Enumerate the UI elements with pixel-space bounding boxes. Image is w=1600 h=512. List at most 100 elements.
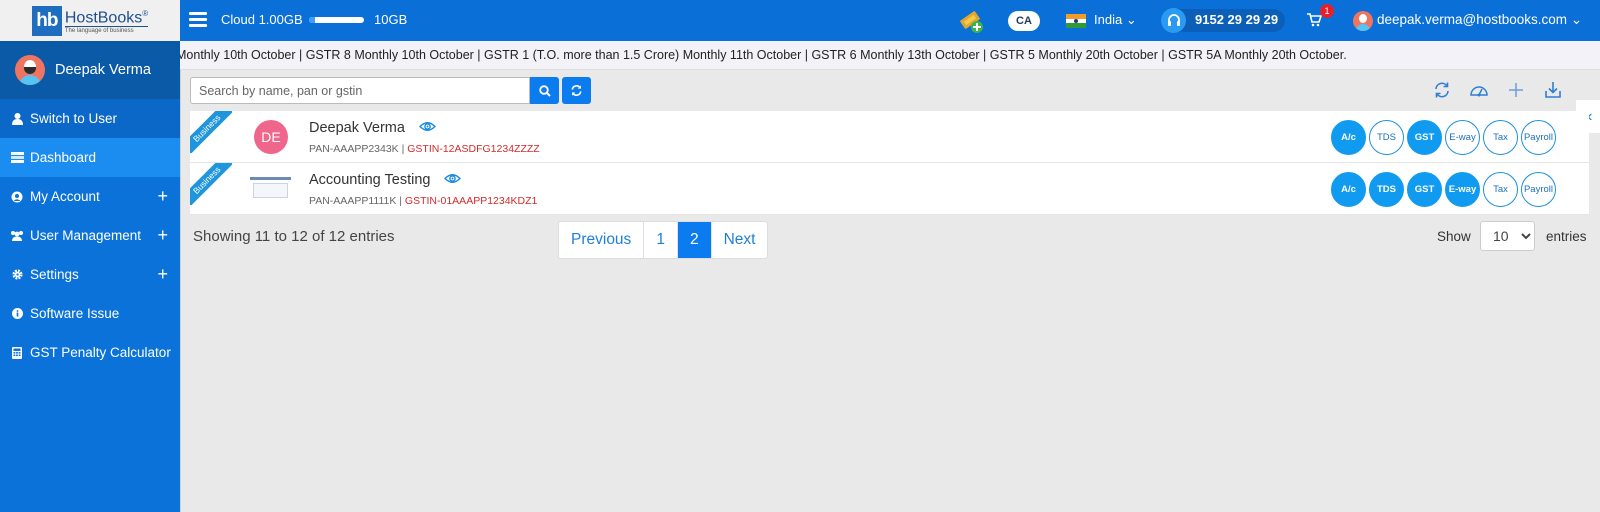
module-gst-button[interactable]: GST	[1407, 120, 1442, 155]
module-ac-button[interactable]: A/c	[1331, 172, 1366, 207]
refresh-icon	[1435, 82, 1449, 98]
business-ids: PAN-AAAPP2343K | GSTIN-12ASDFG1234ZZZZ	[309, 143, 540, 155]
dashboard-gauge-button[interactable]	[1469, 80, 1489, 100]
gear-icon	[10, 269, 24, 281]
download-button[interactable]	[1543, 80, 1563, 100]
pagination: Previous 1 2 Next	[558, 221, 769, 259]
expand-icon[interactable]: +	[157, 225, 168, 246]
cloud-usage-label: Cloud 1.00GB	[221, 12, 303, 27]
business-ribbon: Business	[190, 163, 232, 205]
gstin-number: GSTIN-12ASDFG1234ZZZZ	[407, 143, 540, 155]
brand-name: HostBooks	[64, 9, 143, 27]
list-item[interactable]: Business DE Deepak Verma PAN-AAAPP2343K …	[190, 111, 1589, 163]
cloud-usage-bar	[309, 17, 364, 23]
sidebar-item-label: User Management	[30, 228, 142, 243]
sidebar-item-my-account[interactable]: My Account +	[0, 177, 180, 216]
sidebar-item-label: GST Penalty Calculator	[30, 345, 171, 360]
page-2-button[interactable]: 2	[677, 222, 712, 258]
sidebar-item-switch-to-user[interactable]: Switch to User	[0, 99, 180, 138]
sidebar-profile[interactable]: Deepak Verma	[0, 41, 180, 99]
hamburger-icon	[189, 12, 207, 15]
module-buttons: A/c TDS GST E-way Tax Payroll	[1328, 172, 1556, 207]
headset-icon	[1161, 8, 1186, 33]
page-size-select[interactable]: 10	[1480, 221, 1535, 251]
business-name: Accounting Testing	[309, 172, 431, 188]
user-avatar[interactable]	[1353, 11, 1373, 31]
entries-label: entries	[1546, 229, 1587, 244]
cart-icon[interactable]	[1306, 13, 1323, 27]
expand-icon[interactable]: +	[157, 264, 168, 285]
brand-logo[interactable]: hb HostBooks® The language of business	[0, 0, 180, 41]
account-circle-icon	[10, 191, 24, 203]
eye-icon[interactable]	[418, 120, 436, 136]
sidebar-item-settings[interactable]: Settings +	[0, 255, 180, 294]
cloud-max-label: 10GB	[374, 12, 408, 27]
sidebar-item-dashboard[interactable]: Dashboard	[0, 138, 180, 177]
reset-search-button[interactable]	[562, 77, 591, 104]
sidebar-item-gst-penalty-calculator[interactable]: GST Penalty Calculator	[0, 333, 180, 372]
business-logo-thumbnail	[250, 177, 291, 202]
search-bar	[190, 77, 591, 104]
sidebar-item-label: Settings	[30, 267, 79, 282]
divider	[180, 70, 181, 512]
search-button[interactable]	[530, 77, 559, 104]
module-buttons: A/c TDS GST E-way Tax Payroll	[1328, 120, 1556, 155]
previous-page-button[interactable]: Previous	[559, 222, 645, 258]
sidebar-item-label: Software Issue	[30, 306, 120, 321]
country-label: India	[1094, 12, 1123, 27]
dashboard-icon	[10, 152, 24, 164]
show-label: Show	[1437, 229, 1471, 244]
refresh-icon	[571, 85, 582, 96]
registered-mark: ®	[142, 8, 149, 18]
country-dropdown[interactable]: India ⌄	[1094, 12, 1137, 28]
module-eway-button[interactable]: E-way	[1445, 120, 1480, 155]
module-payroll-button[interactable]: Payroll	[1521, 120, 1556, 155]
module-gst-button[interactable]: GST	[1407, 172, 1442, 207]
download-icon	[1545, 82, 1561, 98]
ticket-add-icon[interactable]	[958, 8, 984, 34]
add-icon	[1509, 83, 1523, 97]
search-icon	[538, 84, 551, 97]
user-menu-dropdown[interactable]: deepak.verma@hostbooks.com ⌄	[1377, 12, 1582, 28]
add-button[interactable]	[1506, 80, 1526, 100]
ticker-text: Monthly 10th October | GSTR 8 Monthly 10…	[180, 48, 1347, 62]
hamburger-menu-button[interactable]	[189, 12, 207, 27]
support-phone[interactable]: 9152 29 29 29	[1195, 12, 1278, 27]
chevron-down-icon: ⌄	[1570, 12, 1583, 27]
module-tds-button[interactable]: TDS	[1369, 172, 1404, 207]
module-eway-button[interactable]: E-way	[1445, 172, 1480, 207]
sidebar-item-user-management[interactable]: User Management +	[0, 216, 180, 255]
chevron-down-icon: ⌄	[1125, 12, 1137, 27]
search-input[interactable]	[190, 77, 530, 104]
module-tax-button[interactable]: Tax	[1483, 120, 1518, 155]
ca-label: CA	[1016, 15, 1032, 27]
user-icon	[10, 112, 24, 125]
profile-avatar	[15, 55, 45, 85]
module-payroll-button[interactable]: Payroll	[1521, 172, 1556, 207]
module-tax-button[interactable]: Tax	[1483, 172, 1518, 207]
sidebar: Deepak Verma Switch to User Dashboard My…	[0, 41, 180, 512]
expand-icon[interactable]: +	[157, 186, 168, 207]
business-name-link[interactable]: Deepak Verma	[309, 120, 436, 136]
business-name-link[interactable]: Accounting Testing	[309, 172, 462, 188]
pan-number: PAN-AAAPP1111K	[309, 195, 397, 207]
module-tds-button[interactable]: TDS	[1369, 120, 1404, 155]
calculator-icon	[10, 346, 24, 359]
next-page-button[interactable]: Next	[712, 222, 768, 258]
gstin-number: GSTIN-01AAAPP1234KDZ1	[404, 195, 538, 207]
due-dates-ticker: Monthly 10th October | GSTR 8 Monthly 10…	[180, 41, 1600, 70]
list-item[interactable]: Business Accounting Testing PAN-AAAPP111…	[190, 163, 1589, 215]
dashboard-gauge-icon	[1470, 86, 1488, 97]
ca-button[interactable]: CA	[1008, 11, 1040, 31]
module-ac-button[interactable]: A/c	[1331, 120, 1366, 155]
sidebar-item-software-issue[interactable]: Software Issue	[0, 294, 180, 333]
page-1-button[interactable]: 1	[644, 222, 678, 258]
refresh-button[interactable]	[1432, 80, 1452, 100]
entries-info: Showing 11 to 12 of 12 entries	[193, 228, 395, 245]
india-flag-icon	[1066, 14, 1086, 29]
list-toolbar	[1432, 80, 1580, 100]
brand-tagline: The language of business	[64, 28, 134, 35]
eye-icon[interactable]	[444, 172, 462, 188]
logo-mark: hb	[31, 5, 62, 36]
sidebar-item-label: My Account	[30, 189, 100, 204]
